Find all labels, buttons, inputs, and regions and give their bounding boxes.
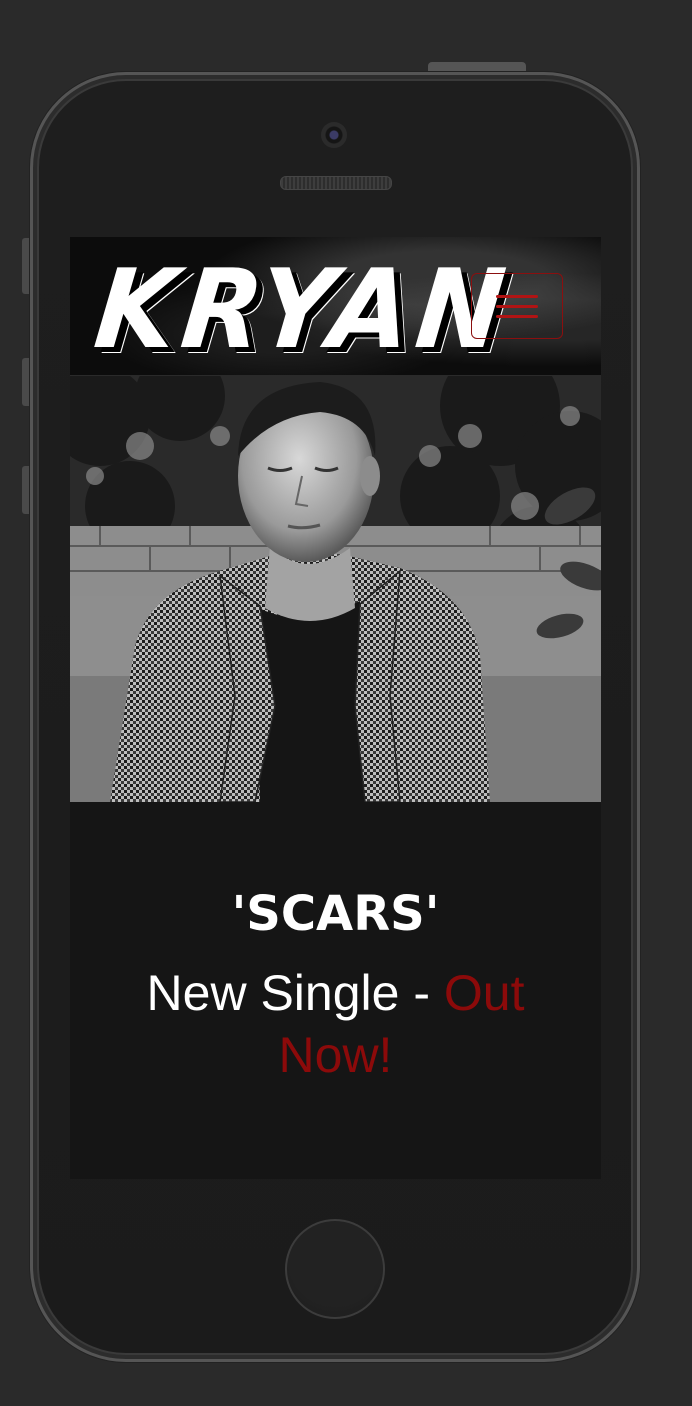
- release-section: 'SCARS' New Single - Out Now!: [70, 802, 601, 1179]
- menu-toggle-button[interactable]: [471, 273, 563, 339]
- hamburger-icon-line: [496, 304, 538, 308]
- mockup-stage: KRYAN 'SCARS' New Single - Out Now!: [0, 0, 692, 1406]
- portrait-illustration: [70, 376, 601, 802]
- subtitle-prefix: New Single -: [146, 965, 444, 1021]
- single-subtitle: New Single - Out Now!: [110, 962, 561, 1086]
- single-title: 'SCARS': [231, 886, 440, 942]
- front-camera-icon: [321, 122, 347, 148]
- hero-photo: [70, 376, 601, 802]
- phone-screen: KRYAN 'SCARS' New Single - Out Now!: [70, 237, 601, 1179]
- site-header: KRYAN: [70, 237, 601, 376]
- site-logo[interactable]: KRYAN: [89, 245, 516, 373]
- hamburger-icon-line: [496, 294, 538, 298]
- hamburger-icon-line: [496, 314, 538, 318]
- earpiece-speaker: [280, 176, 392, 190]
- phone-home-button: [285, 1219, 385, 1319]
